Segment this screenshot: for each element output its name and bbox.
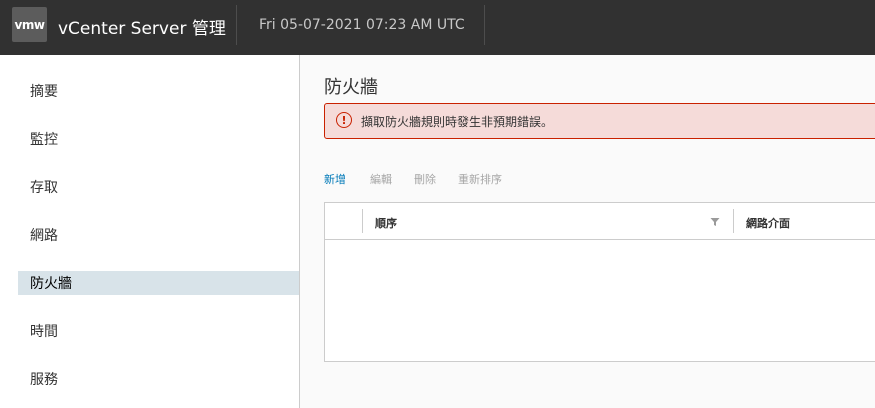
sidebar-item-monitor[interactable]: 監控	[18, 127, 299, 151]
firewall-rules-grid: 順序 網路介面	[324, 202, 875, 362]
header-divider	[484, 5, 485, 45]
header-datetime: Fri 05-07-2021 07:23 AM UTC	[259, 17, 465, 33]
add-button[interactable]: 新增	[324, 171, 346, 187]
sidebar-item-label: 防火牆	[30, 276, 72, 292]
error-circle-icon: !	[336, 112, 352, 128]
sidebar-item-access[interactable]: 存取	[18, 175, 299, 199]
sidebar-item-label: 服務	[30, 372, 58, 388]
filter-icon[interactable]	[710, 217, 720, 227]
sidebar-item-label: 時間	[30, 324, 58, 340]
main-content: 防火牆 ! 擷取防火牆規則時發生非預期錯誤。 新增 編輯 刪除 重新排序 順序 …	[300, 55, 875, 408]
page-title: 防火牆	[324, 77, 378, 98]
delete-button[interactable]: 刪除	[414, 171, 436, 187]
sidebar-item-summary[interactable]: 摘要	[18, 79, 299, 103]
column-header-order[interactable]: 順序	[375, 215, 397, 231]
sidebar-item-time[interactable]: 時間	[18, 319, 299, 343]
sidebar-item-label: 監控	[30, 132, 58, 148]
sidebar-item-label: 摘要	[30, 84, 58, 100]
edit-button[interactable]: 編輯	[370, 171, 392, 187]
column-header-network-interface[interactable]: 網路介面	[746, 215, 790, 231]
reorder-button[interactable]: 重新排序	[458, 171, 502, 187]
sidebar-nav: 摘要 監控 存取 網路 防火牆 時間 服務	[0, 55, 300, 408]
column-separator	[362, 209, 363, 233]
sidebar-item-firewall[interactable]: 防火牆	[18, 271, 299, 295]
vmware-logo[interactable]: vmw	[12, 7, 47, 42]
column-separator[interactable]	[733, 209, 734, 233]
sidebar-item-networking[interactable]: 網路	[18, 223, 299, 247]
header-divider	[236, 5, 237, 45]
sidebar-item-label: 網路	[30, 228, 58, 244]
error-alert: ! 擷取防火牆規則時發生非預期錯誤。	[324, 103, 875, 139]
app-header: vmw vCenter Server 管理 Fri 05-07-2021 07:…	[0, 0, 875, 55]
alert-message: 擷取防火牆規則時發生非預期錯誤。	[361, 115, 554, 129]
sidebar-item-label: 存取	[30, 180, 58, 196]
grid-header: 順序 網路介面	[325, 203, 875, 240]
app-title: vCenter Server 管理	[58, 19, 226, 39]
sidebar-item-services[interactable]: 服務	[18, 367, 299, 391]
